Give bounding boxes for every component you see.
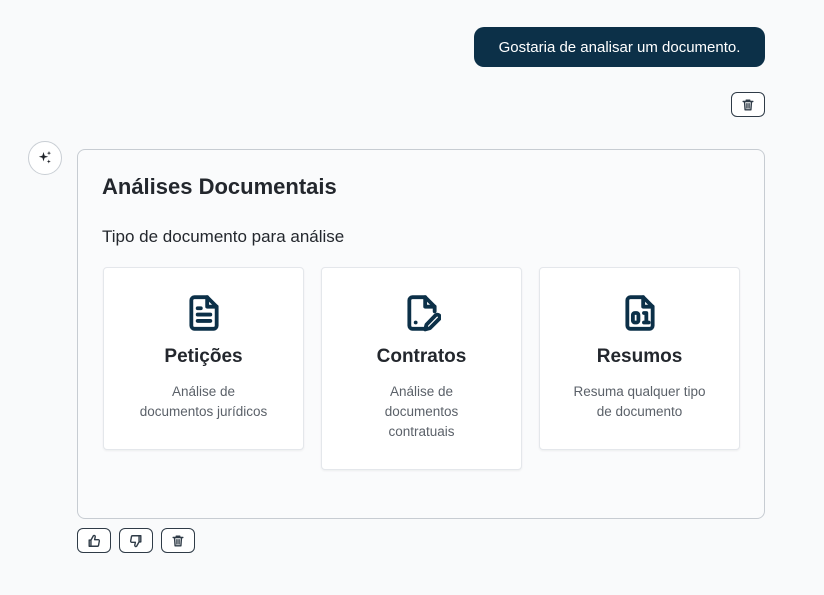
option-description-line: contratuais — [388, 424, 455, 439]
thumbs-up-icon — [88, 534, 101, 547]
delete-response-button[interactable] — [161, 528, 195, 553]
sparkles-icon — [38, 151, 52, 164]
option-title: Petições — [164, 346, 243, 367]
option-title: Resumos — [596, 346, 683, 367]
option-card-peticoes[interactable]: Petições Análise de documentos jurídicos — [103, 267, 304, 450]
panel-subtitle: Tipo de documento para análise — [102, 227, 345, 246]
option-description-line: Resuma qualquer tipo — [573, 384, 706, 399]
option-title: Contratos — [376, 346, 467, 367]
document-analysis-panel: Análises Documentais Tipo de documento p… — [77, 149, 765, 519]
option-description-line: documentos jurídicos — [139, 404, 268, 419]
thumbs-down-button[interactable] — [119, 528, 153, 553]
delete-message-button[interactable] — [731, 92, 765, 117]
file-signature-icon — [406, 295, 441, 332]
trash-icon — [742, 98, 754, 111]
file-binary-icon — [624, 295, 655, 331]
option-description-line: Análise de — [171, 384, 236, 399]
option-description-line: Análise de — [389, 384, 454, 399]
thumbs-up-button[interactable] — [77, 528, 111, 553]
thumbs-down-icon — [129, 534, 142, 547]
option-card-resumos[interactable]: Resumos Resuma qualquer tipo de document… — [539, 267, 740, 450]
option-description: Análise de documentos contratuais — [385, 382, 459, 442]
trash-icon — [172, 534, 184, 547]
option-card-contratos[interactable]: Contratos Análise de documentos contratu… — [321, 267, 522, 470]
user-message-bubble: Gostaria de analisar um documento. — [474, 27, 765, 67]
user-message-text: Gostaria de analisar um documento. — [498, 38, 741, 56]
file-text-icon — [188, 295, 219, 331]
assistant-avatar — [28, 141, 62, 175]
option-description-line: documentos — [384, 404, 459, 419]
panel-title: Análises Documentais — [102, 174, 337, 199]
option-description: Resuma qualquer tipo de documento — [573, 382, 705, 422]
option-description: Análise de documentos jurídicos — [140, 382, 268, 422]
option-description-line: de documento — [596, 404, 683, 419]
